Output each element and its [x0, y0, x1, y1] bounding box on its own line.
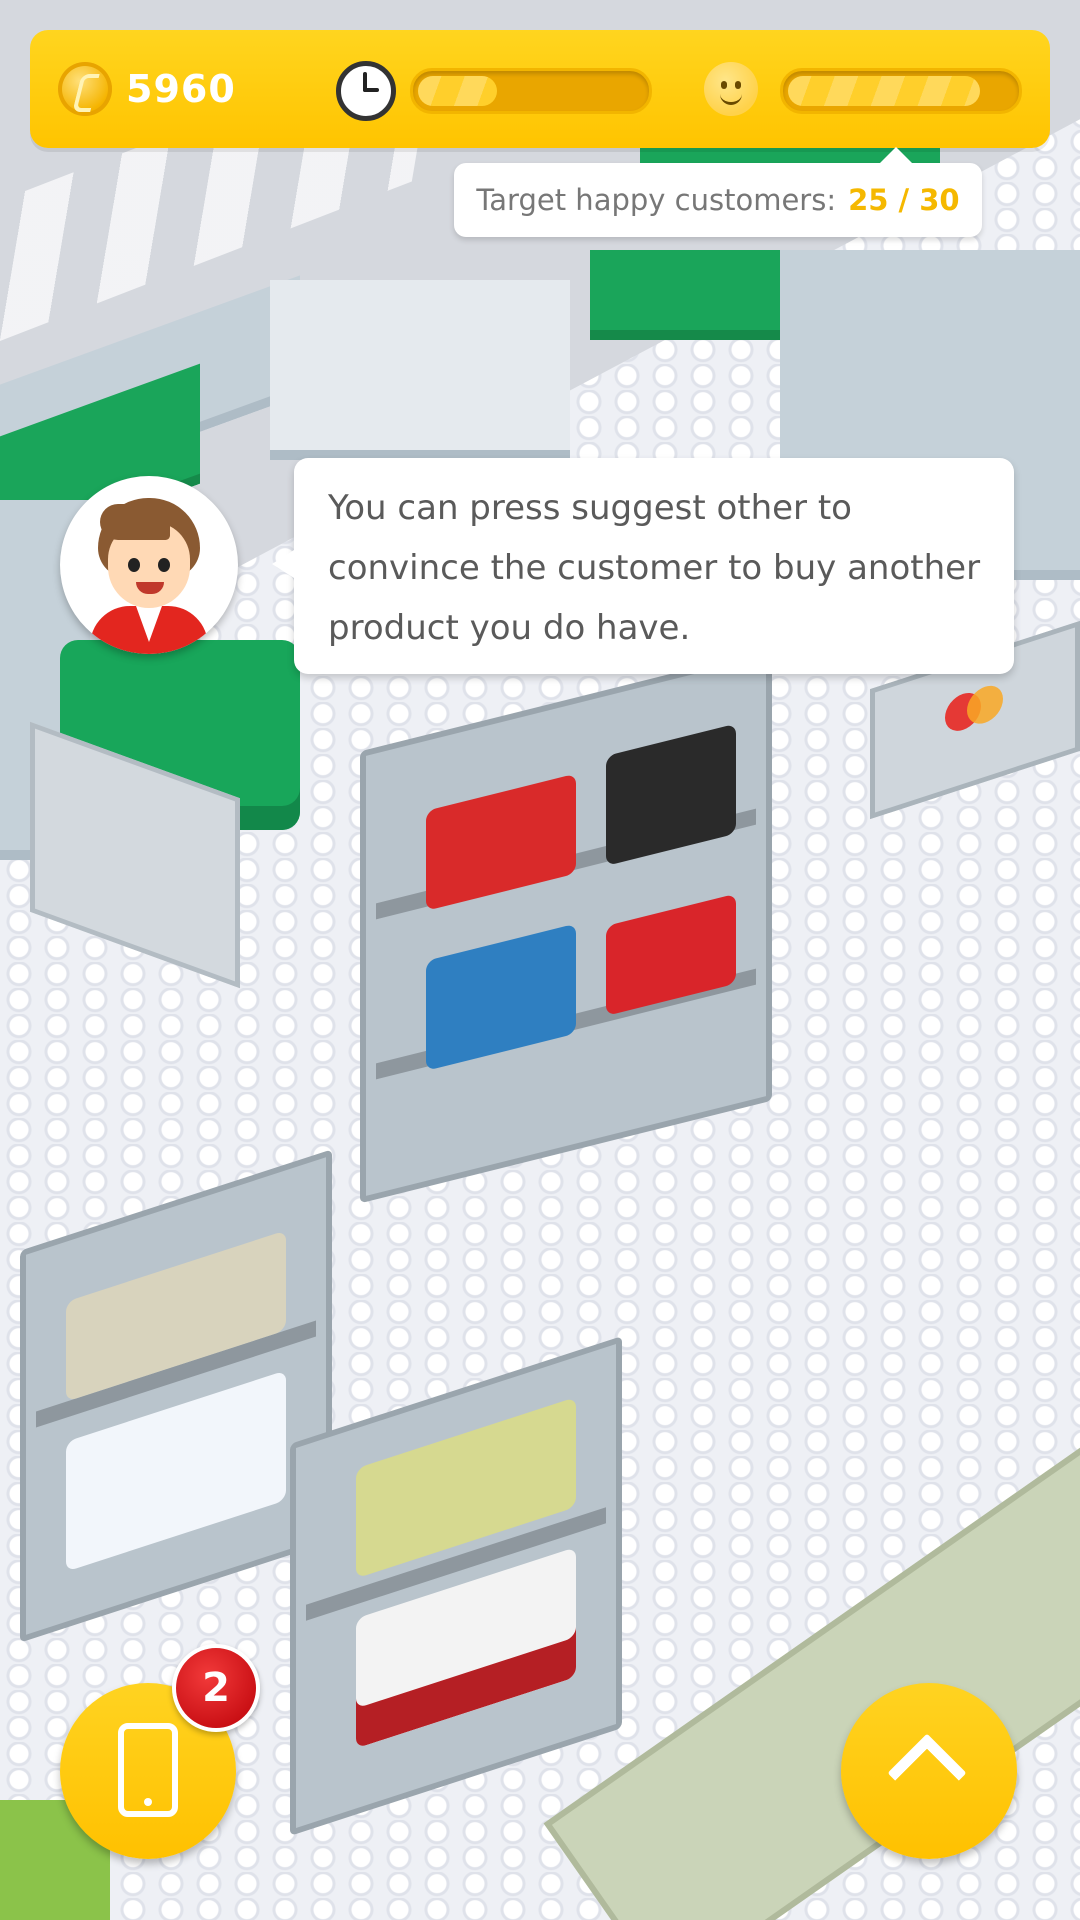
- product-black-boxes: [606, 723, 736, 867]
- avatar-eye: [158, 558, 170, 572]
- smile-face-icon: [704, 62, 758, 116]
- store-entrance: [270, 280, 570, 460]
- time-progress-bar: [410, 68, 652, 114]
- product-blue-jars: [426, 923, 576, 1071]
- product-red-cans: [426, 773, 576, 911]
- game-scene: [0, 0, 1080, 1920]
- coin-icon: [58, 62, 112, 116]
- notification-badge: 2: [172, 1644, 260, 1732]
- eye: [721, 81, 727, 89]
- status-bar: 5960: [30, 30, 1050, 148]
- target-label: Target happy customers:: [476, 183, 837, 217]
- eye: [735, 81, 741, 89]
- product-red-boxes: [606, 893, 736, 1017]
- card-logo-yellow: [967, 680, 1003, 729]
- chevron-up-icon: [887, 1733, 967, 1813]
- target-customers-tooltip: Target happy customers: 25 / 30: [454, 147, 982, 237]
- target-count: 25 / 30: [848, 183, 960, 217]
- time-progress-fill: [418, 76, 498, 106]
- tutorial-message: You can press suggest other to convince …: [328, 488, 981, 648]
- store-wall-green-back: [590, 250, 780, 340]
- coin-count: 5960: [126, 67, 236, 111]
- product-yellow-jars: [356, 1397, 576, 1579]
- guide-avatar: [60, 476, 238, 654]
- avatar-eye: [128, 558, 140, 572]
- happiness-progress-fill: [788, 76, 981, 106]
- happiness-progress-bar: [780, 68, 1022, 114]
- phone-icon: [118, 1723, 178, 1817]
- expand-menu-button[interactable]: [841, 1683, 1017, 1859]
- tutorial-speech-bubble[interactable]: You can press suggest other to convince …: [272, 458, 1014, 674]
- mouth: [720, 90, 742, 105]
- clock-icon: [336, 61, 396, 121]
- avatar-bangs: [100, 504, 170, 540]
